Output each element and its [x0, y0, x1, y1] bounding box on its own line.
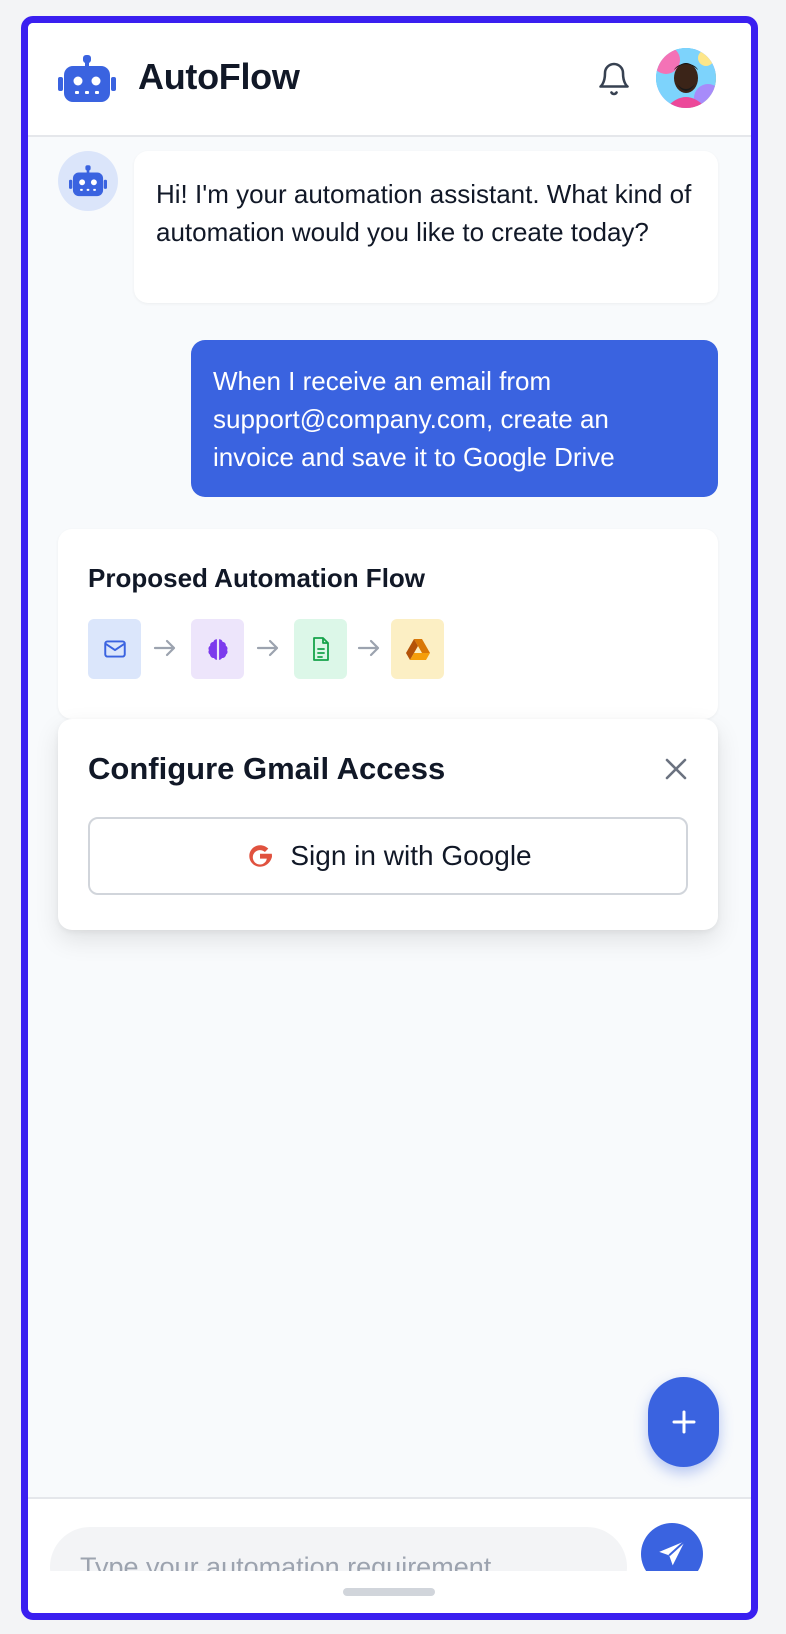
- flow-step-email[interactable]: [88, 619, 141, 679]
- add-button[interactable]: [648, 1377, 719, 1467]
- google-drive-icon: [405, 639, 430, 660]
- flow-title: Proposed Automation Flow: [88, 563, 426, 593]
- mail-icon: [103, 640, 126, 658]
- app-header: AutoFlow: [28, 23, 751, 137]
- assistant-avatar: [58, 151, 118, 211]
- composer-clip: [28, 1499, 751, 1571]
- configure-gmail-card: Configure Gmail Access Sign in with Goog…: [58, 719, 718, 930]
- document-icon: [312, 637, 329, 661]
- send-button-wrap: [641, 1523, 705, 1571]
- arrow-right-icon: [153, 639, 176, 657]
- brain-icon: [207, 639, 228, 660]
- flow-step-ai[interactable]: [191, 619, 244, 679]
- proposed-flow-card: Proposed Automation Flow: [58, 529, 718, 719]
- arrow-right-icon: [357, 639, 380, 657]
- plus-icon: [672, 1410, 695, 1434]
- avatar-photo: [656, 48, 716, 108]
- send-button[interactable]: [641, 1523, 703, 1571]
- config-title: Configure Gmail Access: [88, 751, 446, 786]
- automation-requirement-input[interactable]: [50, 1527, 627, 1571]
- send-icon: [659, 1540, 686, 1566]
- user-message: When I receive an email from support@com…: [191, 340, 718, 497]
- flow-step-drive[interactable]: [391, 619, 444, 679]
- bell-icon[interactable]: [596, 61, 632, 97]
- google-icon: [249, 845, 273, 867]
- sign-in-with-google-button[interactable]: Sign in with Google: [88, 817, 688, 895]
- flow-step-invoice[interactable]: [294, 619, 347, 679]
- arrow-right-icon: [256, 639, 279, 657]
- app-title: AutoFlow: [138, 56, 300, 97]
- robot-icon: [58, 55, 116, 102]
- user-avatar[interactable]: [656, 48, 716, 108]
- assistant-message: Hi! I'm your automation assistant. What …: [134, 151, 718, 303]
- composer-bar: [28, 1497, 751, 1613]
- app-frame: AutoFlow Hi! I'm your automation assista…: [21, 16, 758, 1620]
- robot-icon: [69, 165, 107, 197]
- close-icon[interactable]: [662, 755, 690, 783]
- google-button-label: Sign in with Google: [290, 840, 532, 871]
- home-indicator: [343, 1588, 435, 1596]
